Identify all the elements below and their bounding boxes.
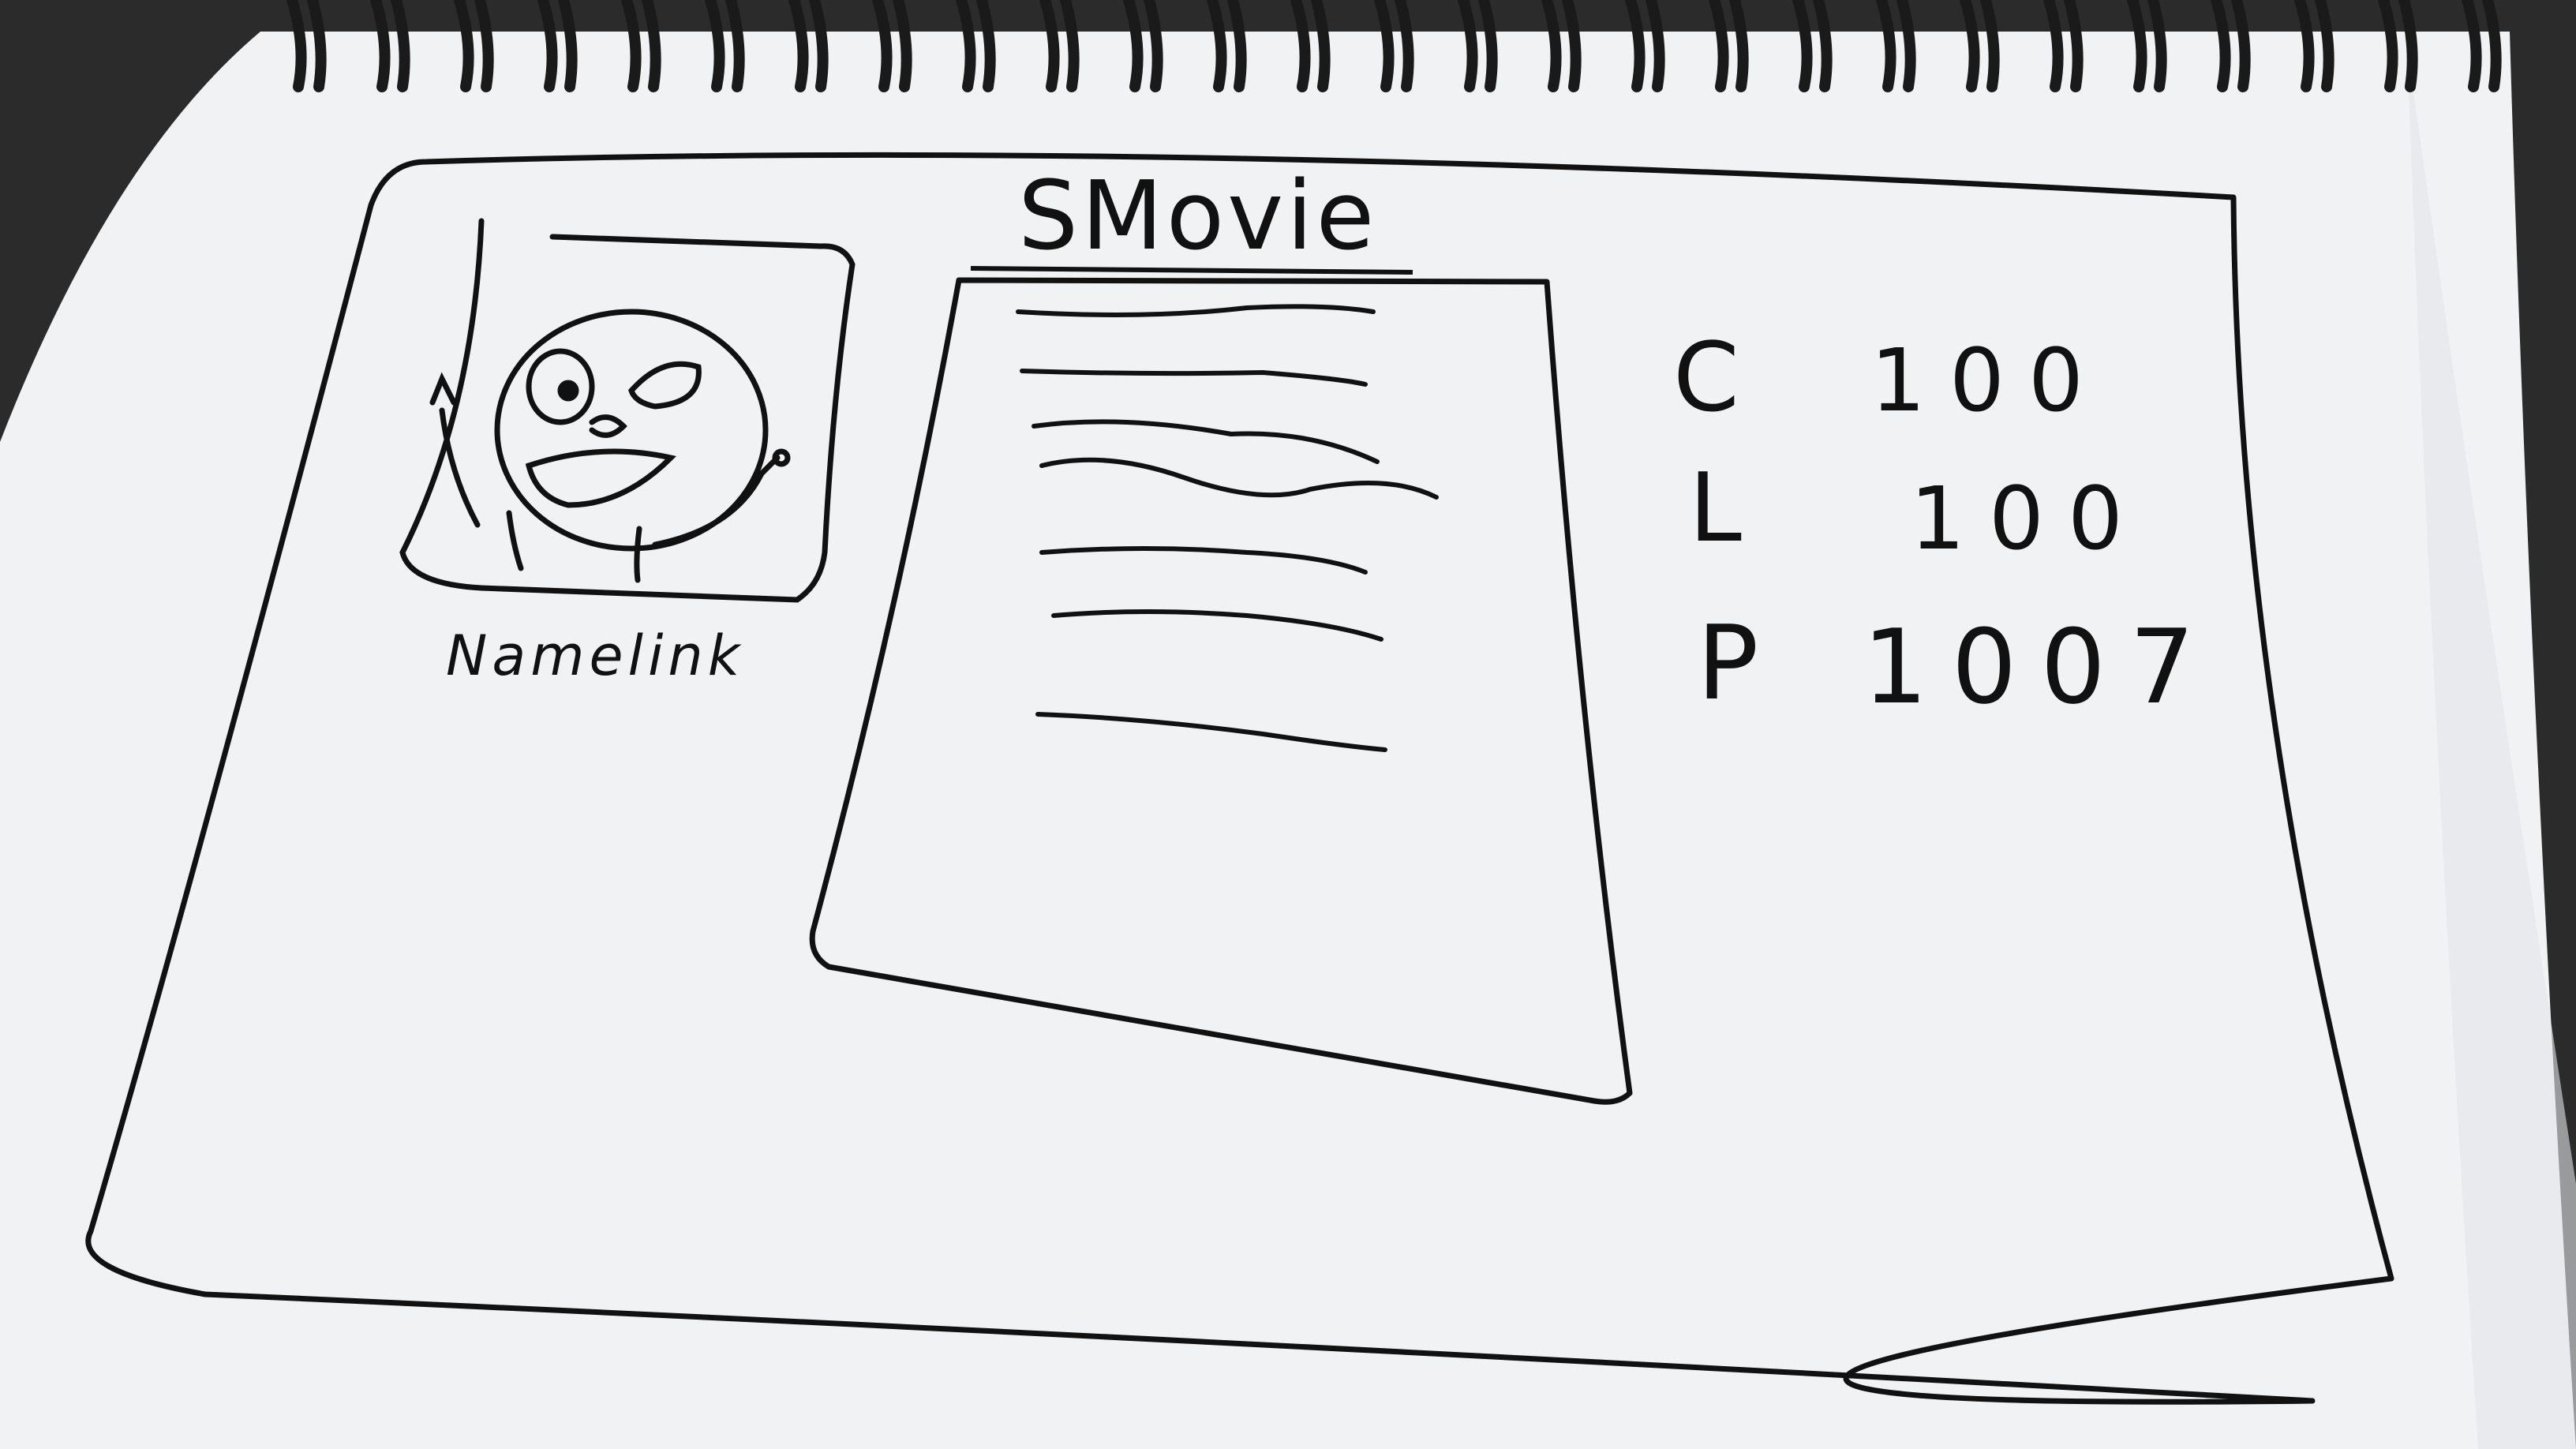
profile-name-link[interactable]: Namelink	[446, 623, 744, 688]
stat-value-c: 100	[1870, 330, 2107, 431]
movie-title: SMovie	[1018, 162, 1377, 271]
notebook-sketch: Namelink SMovie C 100 L 100 P 1007	[0, 0, 2576, 1449]
stat-letter-p: P	[1697, 603, 1758, 723]
stat-value-l: 100	[1910, 468, 2147, 569]
stat-letter-c: C	[1673, 324, 1739, 433]
stat-value-p: 1007	[1863, 607, 2218, 727]
stat-letter-l: L	[1689, 454, 1742, 564]
